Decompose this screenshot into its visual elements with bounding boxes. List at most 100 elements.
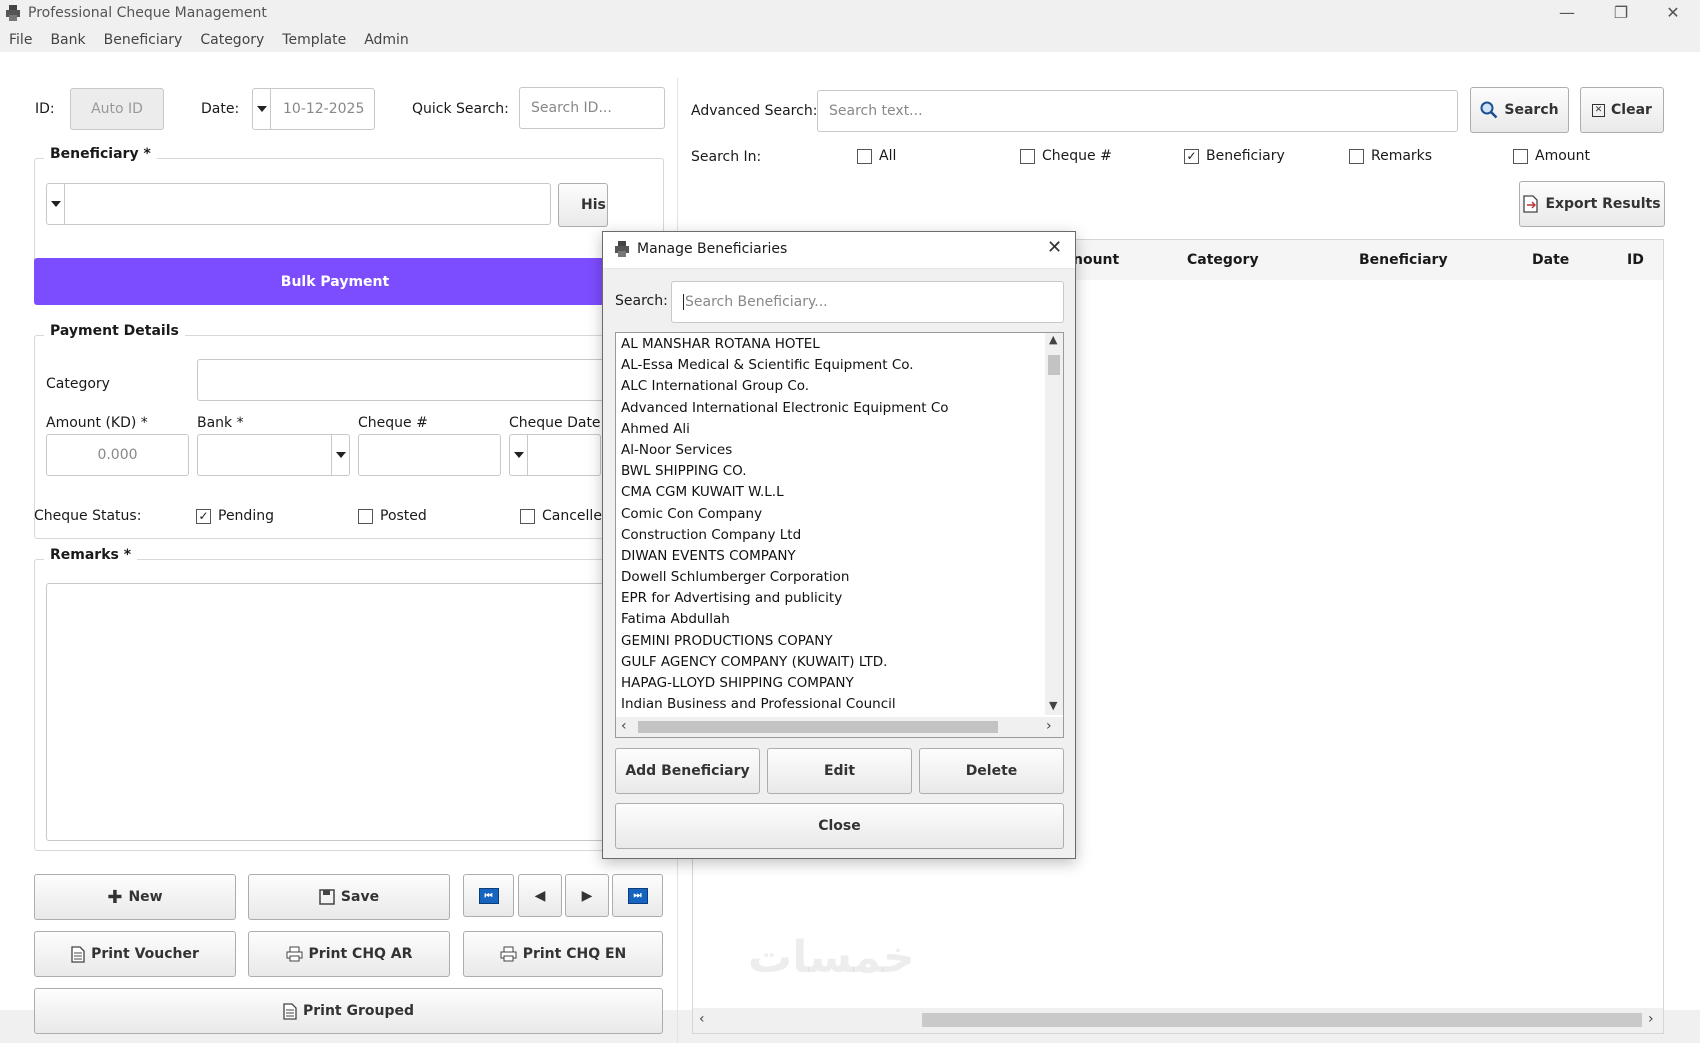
remarks-textarea[interactable] bbox=[46, 583, 654, 841]
scrollbar-thumb[interactable] bbox=[922, 1013, 1642, 1027]
status-posted-checkbox[interactable]: Posted bbox=[358, 508, 427, 524]
minimize-button[interactable]: — bbox=[1540, 0, 1594, 28]
cheque-date-picker[interactable] bbox=[509, 434, 601, 476]
scroll-right-icon[interactable]: › bbox=[1648, 1011, 1654, 1027]
list-item[interactable]: Ahmed Ali bbox=[616, 419, 1044, 440]
status-pending-checkbox[interactable]: ✓ Pending bbox=[196, 508, 274, 524]
print-grouped-button[interactable]: Print Grouped bbox=[34, 988, 663, 1034]
checkbox-icon[interactable] bbox=[1020, 148, 1035, 164]
search-in-all-checkbox[interactable]: All bbox=[857, 148, 896, 164]
menu-bank[interactable]: Bank bbox=[41, 28, 94, 52]
category-input[interactable] bbox=[197, 359, 607, 401]
beneficiary-dropdown-icon[interactable] bbox=[47, 184, 65, 224]
checkbox-icon[interactable] bbox=[358, 508, 373, 524]
checkbox-icon[interactable] bbox=[857, 148, 872, 164]
search-in-cheque-checkbox[interactable]: Cheque # bbox=[1020, 148, 1112, 164]
list-vertical-scrollbar[interactable]: ▲ ▼ bbox=[1045, 333, 1063, 715]
search-in-amount-checkbox[interactable]: Amount bbox=[1513, 148, 1590, 164]
bulk-payment-button[interactable]: Bulk Payment bbox=[34, 258, 636, 305]
amount-input[interactable]: 0.000 bbox=[46, 434, 189, 476]
menu-template[interactable]: Template bbox=[273, 28, 355, 52]
list-item[interactable]: Advanced International Electronic Equipm… bbox=[616, 398, 1044, 419]
dialog-search-input[interactable]: Search Beneficiary... bbox=[671, 281, 1064, 323]
print-chq-ar-button[interactable]: Print CHQ AR bbox=[248, 931, 450, 977]
list-horizontal-scrollbar[interactable]: ‹ › bbox=[616, 717, 1063, 737]
search-in-cheque-label: Cheque # bbox=[1042, 148, 1112, 164]
search-in-remarks-checkbox[interactable]: Remarks bbox=[1349, 148, 1432, 164]
last-record-icon: ⏭ bbox=[627, 887, 648, 904]
column-date[interactable]: Date bbox=[1532, 252, 1569, 268]
list-item[interactable]: Al-Noor Services bbox=[616, 440, 1044, 461]
column-amount[interactable]: nount bbox=[1073, 252, 1119, 268]
date-dropdown-icon[interactable] bbox=[253, 89, 271, 129]
beneficiary-combobox[interactable] bbox=[46, 183, 551, 225]
bank-dropdown-icon[interactable] bbox=[331, 435, 349, 475]
export-results-button[interactable]: Export Results bbox=[1519, 181, 1665, 227]
list-item[interactable]: GULF AGENCY COMPANY (KUWAIT) LTD. bbox=[616, 652, 1044, 673]
list-item[interactable]: HAPAG-LLOYD SHIPPING COMPANY bbox=[616, 673, 1044, 694]
list-item[interactable]: AL MANSHAR ROTANA HOTEL bbox=[616, 334, 1044, 355]
scroll-right-icon[interactable]: › bbox=[1046, 718, 1052, 734]
clear-button[interactable]: ✕ Clear bbox=[1580, 87, 1664, 133]
column-id[interactable]: ID bbox=[1627, 252, 1644, 268]
list-item[interactable]: GEMINI PRODUCTIONS COPANY bbox=[616, 631, 1044, 652]
scroll-left-icon[interactable]: ‹ bbox=[621, 718, 627, 734]
floppy-disk-icon bbox=[319, 889, 335, 905]
menu-file[interactable]: File bbox=[0, 28, 41, 52]
advanced-search-input[interactable]: Search text... bbox=[817, 90, 1458, 132]
checkbox-icon[interactable] bbox=[1349, 148, 1364, 164]
checkbox-icon[interactable] bbox=[520, 508, 535, 524]
beneficiary-list[interactable]: AL MANSHAR ROTANA HOTEL AL-Essa Medical … bbox=[615, 332, 1064, 738]
grid-horizontal-scrollbar[interactable]: ‹ › bbox=[693, 1008, 1663, 1033]
scroll-up-icon[interactable]: ▲ bbox=[1049, 333, 1057, 346]
add-beneficiary-button[interactable]: Add Beneficiary bbox=[615, 748, 760, 794]
list-item[interactable]: ALC International Group Co. bbox=[616, 376, 1044, 397]
list-item[interactable]: Comic Con Company bbox=[616, 504, 1044, 525]
save-button[interactable]: Save bbox=[248, 874, 450, 920]
bank-select[interactable] bbox=[197, 434, 350, 476]
search-button[interactable]: Search bbox=[1470, 87, 1569, 133]
search-icon bbox=[1480, 101, 1498, 119]
scrollbar-thumb[interactable] bbox=[1048, 355, 1060, 375]
quick-search-input[interactable]: Search ID... bbox=[519, 87, 665, 129]
scroll-down-icon[interactable]: ▼ bbox=[1049, 699, 1057, 712]
edit-beneficiary-button[interactable]: Edit bbox=[767, 748, 912, 794]
history-button[interactable]: His bbox=[558, 183, 608, 227]
print-voucher-button[interactable]: Print Voucher bbox=[34, 931, 236, 977]
delete-beneficiary-button[interactable]: Delete bbox=[919, 748, 1064, 794]
dialog-close-icon[interactable]: ✕ bbox=[1047, 237, 1062, 258]
cheque-number-input[interactable] bbox=[358, 434, 501, 476]
menu-beneficiary[interactable]: Beneficiary bbox=[95, 28, 192, 52]
last-record-button[interactable]: ⏭ bbox=[612, 874, 663, 917]
restore-button[interactable]: ❐ bbox=[1594, 0, 1648, 28]
search-in-beneficiary-checkbox[interactable]: ✓ Beneficiary bbox=[1184, 148, 1285, 164]
new-button[interactable]: ✚ New bbox=[34, 874, 236, 920]
scrollbar-thumb[interactable] bbox=[638, 721, 998, 733]
checkbox-checked-icon[interactable]: ✓ bbox=[1184, 148, 1199, 164]
list-item[interactable]: Fatima Abdullah bbox=[616, 609, 1044, 630]
column-category[interactable]: Category bbox=[1187, 252, 1259, 268]
dialog-close-button[interactable]: Close bbox=[615, 803, 1064, 849]
list-item[interactable]: CMA CGM KUWAIT W.L.L bbox=[616, 482, 1044, 503]
close-window-button[interactable]: ✕ bbox=[1646, 0, 1700, 28]
scroll-left-icon[interactable]: ‹ bbox=[699, 1011, 705, 1027]
list-item[interactable]: BWL SHIPPING CO. bbox=[616, 461, 1044, 482]
list-item[interactable]: Dowell Schlumberger Corporation bbox=[616, 567, 1044, 588]
menu-admin[interactable]: Admin bbox=[355, 28, 418, 52]
checkbox-checked-icon[interactable]: ✓ bbox=[196, 508, 211, 524]
list-item[interactable]: AL-Essa Medical & Scientific Equipment C… bbox=[616, 355, 1044, 376]
next-record-button[interactable]: ▶ bbox=[565, 874, 609, 917]
date-picker[interactable]: 10-12-2025 bbox=[252, 88, 375, 130]
list-item[interactable]: DIWAN EVENTS COMPANY bbox=[616, 546, 1044, 567]
print-chq-en-button[interactable]: Print CHQ EN bbox=[463, 931, 663, 977]
column-beneficiary[interactable]: Beneficiary bbox=[1359, 252, 1448, 268]
list-item[interactable]: Indian Business and Professional Council bbox=[616, 694, 1044, 715]
checkbox-icon[interactable] bbox=[1513, 148, 1528, 164]
list-item[interactable]: EPR for Advertising and publicity bbox=[616, 588, 1044, 609]
previous-record-button[interactable]: ◀ bbox=[518, 874, 562, 917]
status-cancelled-checkbox[interactable]: Cancelled bbox=[520, 508, 611, 524]
cheque-date-dropdown-icon[interactable] bbox=[510, 435, 528, 475]
list-item[interactable]: Construction Company Ltd bbox=[616, 525, 1044, 546]
menu-category[interactable]: Category bbox=[191, 28, 273, 52]
first-record-button[interactable]: ⏮ bbox=[463, 874, 514, 917]
